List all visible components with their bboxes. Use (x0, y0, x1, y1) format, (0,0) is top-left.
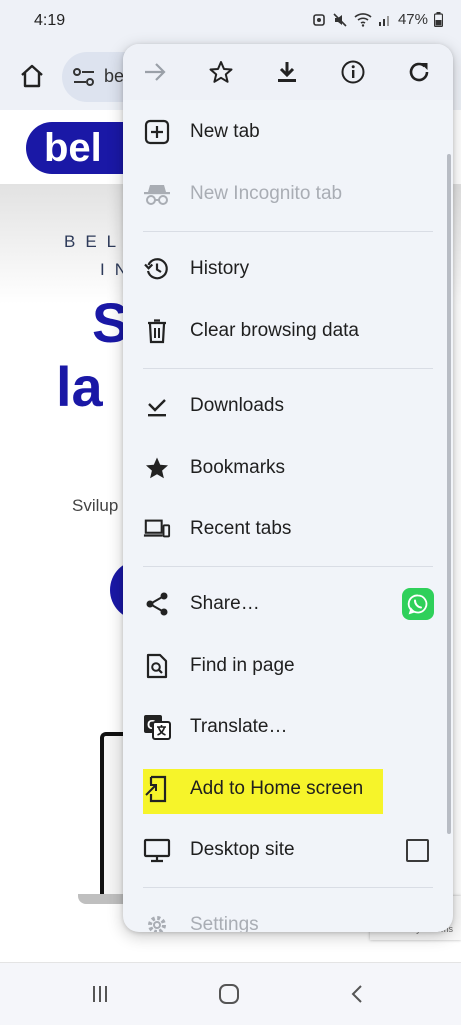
find-in-page-icon (143, 652, 171, 680)
home-nav-button[interactable] (211, 977, 247, 1011)
home-button[interactable] (14, 58, 50, 94)
info-icon (341, 60, 365, 84)
translate-icon: G (143, 713, 171, 741)
home-icon (21, 64, 43, 88)
menu-item-label: Translate… (190, 716, 288, 737)
menu-divider (143, 887, 433, 888)
page-tagline-line1: BEL (64, 232, 127, 251)
status-time: 4:19 (34, 12, 66, 29)
menu-item-bookmarks[interactable]: Bookmarks (123, 439, 453, 497)
menu-divider (143, 566, 433, 567)
recent-tabs-icon (143, 515, 171, 543)
menu-item-label: Desktop site (190, 839, 295, 860)
forward-icon (145, 63, 166, 81)
page-body-text: Svilup (72, 496, 119, 515)
recent-apps-icon (93, 986, 107, 1002)
battery-percent: 47% (397, 11, 428, 28)
page-info-button[interactable] (331, 54, 375, 90)
menu-item-new-tab[interactable]: New tab (123, 103, 453, 161)
menu-item-new-incognito-tab[interactable]: New Incognito tab (123, 165, 453, 223)
page-headline-line2: la (56, 355, 103, 418)
url-text: be (104, 66, 125, 86)
menu-item-add-to-home-screen[interactable]: Add to Home screen (123, 760, 453, 818)
menu-item-label: Find in page (190, 655, 295, 676)
menu-divider (143, 368, 433, 369)
battery-icon (434, 12, 443, 27)
menu-divider (143, 231, 433, 232)
downloads-icon (143, 392, 171, 420)
bookmark-star-button[interactable] (199, 54, 243, 90)
menu-item-label: History (190, 258, 250, 279)
recent-apps-button[interactable] (82, 977, 118, 1011)
menu-item-label: Settings (190, 914, 259, 932)
download-page-button[interactable] (265, 54, 309, 90)
status-bar: 4:19 47% (0, 0, 461, 44)
desktop-site-checkbox[interactable] (406, 839, 429, 862)
menu-top-row (123, 44, 453, 100)
add-to-home-icon (143, 775, 171, 803)
forward-button[interactable] (133, 54, 177, 90)
site-settings-icon[interactable] (72, 66, 96, 88)
home-nav-icon (219, 984, 239, 1004)
menu-item-translate[interactable]: G Translate… (123, 698, 453, 756)
menu-item-label: Bookmarks (190, 457, 286, 478)
system-nav-bar (0, 962, 461, 1025)
menu-item-label: Share… (190, 593, 260, 614)
download-icon (278, 62, 296, 82)
menu-item-label: Add to Home screen (190, 778, 364, 799)
settings-gear-icon (143, 911, 171, 932)
signal-icon (378, 15, 389, 26)
new-tab-icon (143, 118, 171, 146)
status-icons: 47% (312, 11, 443, 28)
notification-icon (313, 13, 325, 26)
menu-item-history[interactable]: History (123, 240, 453, 298)
menu-item-recent-tabs[interactable]: Recent tabs (123, 500, 453, 558)
menu-item-label: New tab (190, 121, 260, 142)
menu-item-settings[interactable]: Settings (123, 896, 453, 932)
menu-scrollbar[interactable] (447, 154, 451, 834)
menu-item-label: Downloads (190, 395, 284, 416)
mute-icon (333, 12, 347, 27)
menu-item-label: New Incognito tab (190, 183, 343, 204)
bookmarks-star-icon (143, 454, 171, 482)
menu-item-desktop-site[interactable]: Desktop site (123, 821, 453, 879)
menu-item-clear-browsing-data[interactable]: Clear browsing data (123, 302, 453, 360)
menu-item-find-in-page[interactable]: Find in page (123, 637, 453, 695)
chrome-overflow-menu: New tab New Incognito tab History Clear … (123, 44, 453, 932)
back-nav-button[interactable] (340, 977, 376, 1011)
incognito-icon (143, 180, 171, 208)
whatsapp-icon (407, 594, 428, 615)
share-icon (143, 590, 171, 618)
star-icon (209, 61, 233, 83)
menu-item-downloads[interactable]: Downloads (123, 377, 453, 435)
wifi-icon (354, 12, 372, 27)
trash-icon (143, 317, 171, 345)
refresh-icon (409, 62, 429, 82)
menu-item-label: Clear browsing data (190, 320, 359, 341)
menu-item-label: Recent tabs (190, 518, 292, 539)
whatsapp-share-button[interactable] (402, 588, 434, 620)
desktop-icon (143, 836, 171, 864)
history-icon (143, 255, 171, 283)
back-icon (351, 985, 362, 1003)
refresh-button[interactable] (397, 54, 441, 90)
